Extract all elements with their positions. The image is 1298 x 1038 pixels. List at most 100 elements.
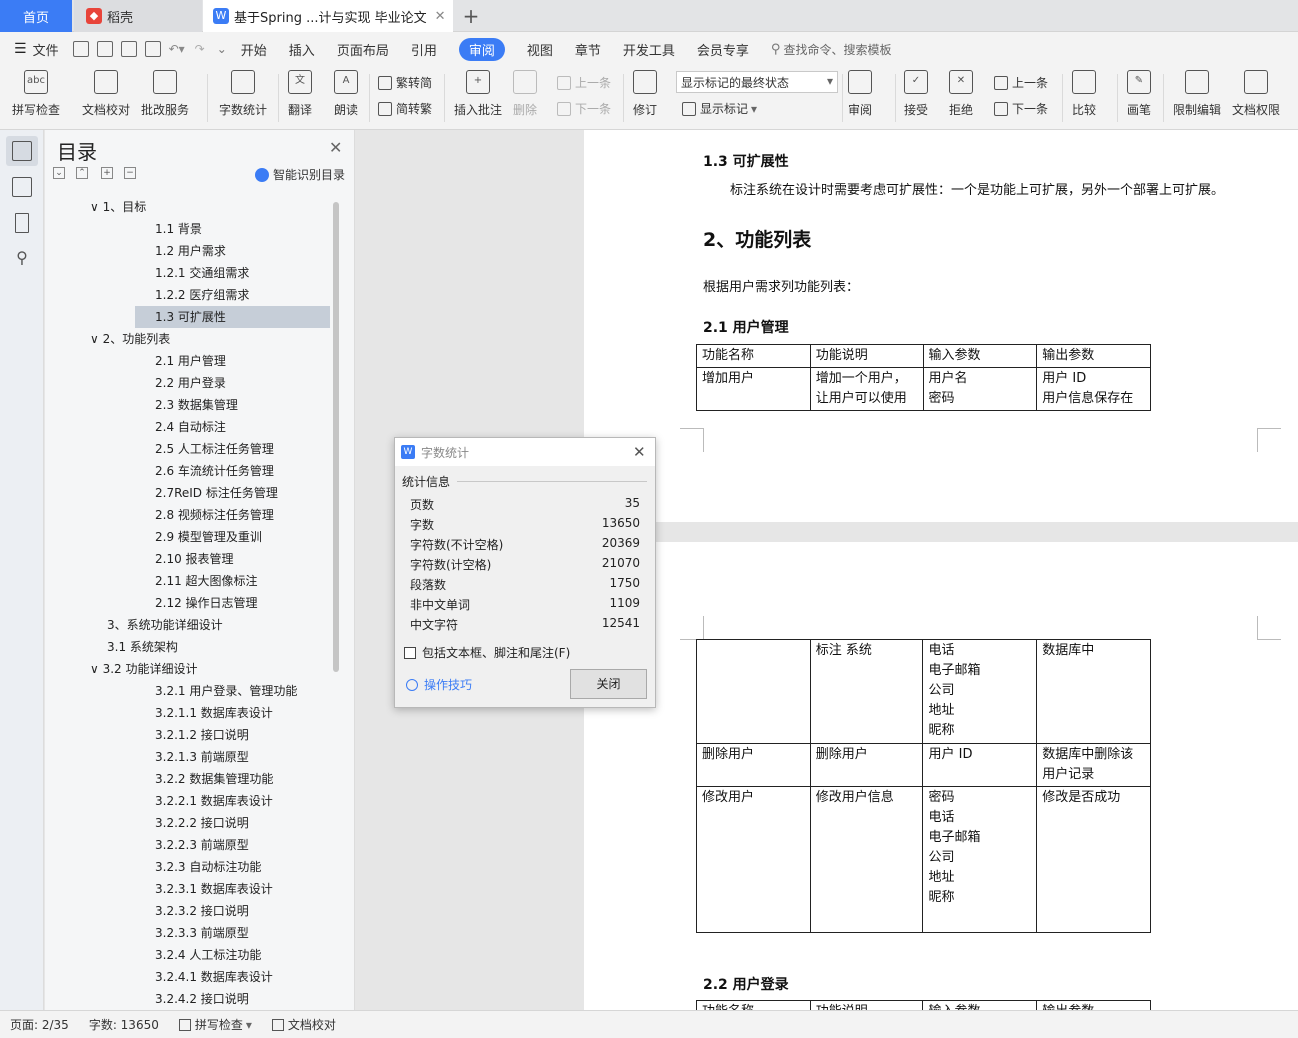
hamburger-icon[interactable]: ☰ [14, 41, 27, 57]
toc-item[interactable]: 2.8 视频标注任务管理 [155, 504, 274, 526]
reject-button[interactable]: ✕ 拒绝 [949, 70, 973, 118]
restrict-edit-button[interactable]: 限制编辑 [1173, 70, 1221, 118]
tab-document[interactable]: W 基于Spring ...计与实现 毕业论文 ✕ [203, 0, 453, 32]
prev-comment-button[interactable]: 上一条 [557, 74, 611, 91]
toc-item[interactable]: 3.2.3.2 接口说明 [155, 900, 249, 922]
smart-toc-button[interactable]: 智能识别目录 [255, 166, 345, 183]
preview-icon[interactable] [144, 41, 161, 57]
include-footnotes-checkbox[interactable]: 包括文本框、脚注和尾注(F) [404, 644, 570, 661]
toc-item[interactable]: 3.2.1.3 前端原型 [155, 746, 249, 768]
outline-icon[interactable] [12, 177, 32, 197]
command-search-input[interactable]: 查找命令、搜索模板 [783, 41, 891, 58]
menu-layout[interactable]: 页面布局 [337, 40, 389, 59]
toc-item[interactable]: ∨ 3.2 功能详细设计 [90, 658, 198, 680]
review-pane-button[interactable]: 审阅 [848, 70, 872, 118]
toc-item[interactable]: 3.2.4.1 数据库表设计 [155, 966, 273, 988]
undo-icon[interactable]: ↶▾ [169, 42, 185, 56]
menu-member[interactable]: 会员专享 [697, 40, 749, 59]
menu-insert[interactable]: 插入 [289, 40, 315, 59]
toc-item[interactable]: 2.4 自动标注 [155, 416, 226, 438]
toc-item[interactable]: 1.3 可扩展性 [135, 306, 330, 328]
close-button[interactable]: 关闭 [570, 669, 647, 699]
new-tab-button[interactable]: + [458, 0, 484, 32]
toc-item[interactable]: 1.1 背景 [155, 218, 202, 240]
expand-up-icon[interactable]: ⌃ [76, 167, 88, 179]
menu-reference[interactable]: 引用 [411, 40, 437, 59]
markup-state-select[interactable]: 显示标记的最终状态 [676, 71, 838, 93]
menu-view[interactable]: 视图 [527, 40, 553, 59]
pen-button[interactable]: ✎ 画笔 [1127, 70, 1151, 118]
translate-button[interactable]: 文翻译 [288, 70, 312, 118]
tips-link[interactable]: 操作技巧 [406, 676, 472, 693]
toc-item[interactable]: 2.12 操作日志管理 [155, 592, 258, 614]
menu-file[interactable]: 文件 [33, 40, 59, 59]
toc-item[interactable]: 1.2.1 交通组需求 [155, 262, 249, 284]
toc-item[interactable]: 2.5 人工标注任务管理 [155, 438, 274, 460]
to-traditional-button[interactable]: 简转繁 [378, 100, 432, 117]
search-icon[interactable]: ⚲ [12, 248, 32, 268]
menu-start[interactable]: 开始 [241, 40, 267, 59]
word-count-indicator[interactable]: 字数: 13650 [89, 1016, 159, 1033]
close-icon[interactable]: ✕ [633, 443, 646, 461]
close-icon[interactable]: ✕ [329, 138, 342, 157]
toc-item[interactable]: 2.3 数据集管理 [155, 394, 238, 416]
doc-proof-button[interactable]: 文档校对 [82, 70, 130, 118]
toc-item[interactable]: 3.2.3.1 数据库表设计 [155, 878, 273, 900]
toc-item[interactable]: 3.2.4.2 接口说明 [155, 988, 249, 1010]
toc-item[interactable]: 1.2 用户需求 [155, 240, 226, 262]
toc-item[interactable]: 3.2.2.2 接口说明 [155, 812, 249, 834]
chevron-down-icon[interactable]: ⌄ [217, 42, 227, 56]
menu-review[interactable]: 审阅 [458, 37, 505, 61]
next-change-button[interactable]: 下一条 [994, 100, 1048, 117]
toc-icon[interactable] [12, 141, 32, 161]
print-icon[interactable] [120, 41, 137, 57]
menu-devtools[interactable]: 开发工具 [623, 40, 675, 59]
toc-item[interactable]: 3.2.3.3 前端原型 [155, 922, 249, 944]
toc-item[interactable]: 2.6 车流统计任务管理 [155, 460, 274, 482]
redo-icon[interactable]: ↷ [195, 42, 205, 56]
toc-item[interactable]: 3.2.1.2 接口说明 [155, 724, 249, 746]
add-level-icon[interactable]: + [101, 167, 113, 179]
toc-item[interactable]: 2.7ReID 标注任务管理 [155, 482, 278, 504]
close-icon[interactable]: ✕ [435, 9, 446, 24]
remove-level-icon[interactable]: − [124, 167, 136, 179]
tab-home[interactable]: 首页 [0, 0, 72, 32]
prev-change-button[interactable]: 上一条 [994, 74, 1048, 91]
toc-item[interactable]: 2.2 用户登录 [155, 372, 226, 394]
menu-chapter[interactable]: 章节 [575, 40, 601, 59]
toc-item[interactable]: 2.10 报表管理 [155, 548, 234, 570]
to-simplified-button[interactable]: 繁转简 [378, 74, 432, 91]
bookmark-icon[interactable] [15, 213, 29, 233]
toc-item[interactable]: 2.1 用户管理 [155, 350, 226, 372]
spell-check-button[interactable]: abc 拼写检查 [12, 70, 60, 118]
toc-item[interactable]: 2.11 超大图像标注 [155, 570, 258, 592]
toc-item[interactable]: 3、系统功能详细设计 [107, 614, 223, 636]
toc-item[interactable]: 3.2.2 数据集管理功能 [155, 768, 273, 790]
insert-comment-button[interactable]: + 插入批注 [454, 70, 502, 118]
toc-item[interactable]: 2.9 模型管理及重训 [155, 526, 262, 548]
page-indicator[interactable]: 页面: 2/35 [10, 1016, 69, 1033]
export-icon[interactable] [96, 41, 113, 57]
compare-button[interactable]: 比较 [1072, 70, 1096, 118]
accept-button[interactable]: ✓ 接受 [904, 70, 928, 118]
collapse-all-icon[interactable]: ⌄ [53, 167, 65, 179]
toc-item[interactable]: 3.2.1.1 数据库表设计 [155, 702, 273, 724]
delete-comment-button[interactable]: 删除 [513, 70, 537, 118]
toc-item[interactable]: 3.2.2.1 数据库表设计 [155, 790, 273, 812]
doc-proof-status[interactable]: 文档校对 [271, 1016, 336, 1033]
toc-scrollbar[interactable] [333, 202, 339, 672]
save-icon[interactable] [72, 41, 89, 57]
doc-rights-button[interactable]: 文档权限 [1232, 70, 1280, 118]
next-comment-button[interactable]: 下一条 [557, 100, 611, 117]
toc-item[interactable]: 3.1 系统架构 [107, 636, 178, 658]
read-aloud-button[interactable]: A 朗读 [334, 70, 358, 118]
toc-item[interactable]: 3.2.2.3 前端原型 [155, 834, 249, 856]
batch-service-button[interactable]: 批改服务 [141, 70, 189, 118]
word-count-button[interactable]: 字数统计 [219, 70, 267, 118]
toc-item[interactable]: ∨ 1、目标 [90, 196, 146, 218]
spell-check-status[interactable]: 拼写检查 ▾ [178, 1016, 252, 1033]
toc-item[interactable]: ∨ 2、功能列表 [90, 328, 170, 350]
track-changes-button[interactable]: 修订 [633, 70, 657, 118]
toc-item[interactable]: 3.2.1 用户登录、管理功能 [155, 680, 297, 702]
toc-item[interactable]: 1.2.2 医疗组需求 [155, 284, 249, 306]
